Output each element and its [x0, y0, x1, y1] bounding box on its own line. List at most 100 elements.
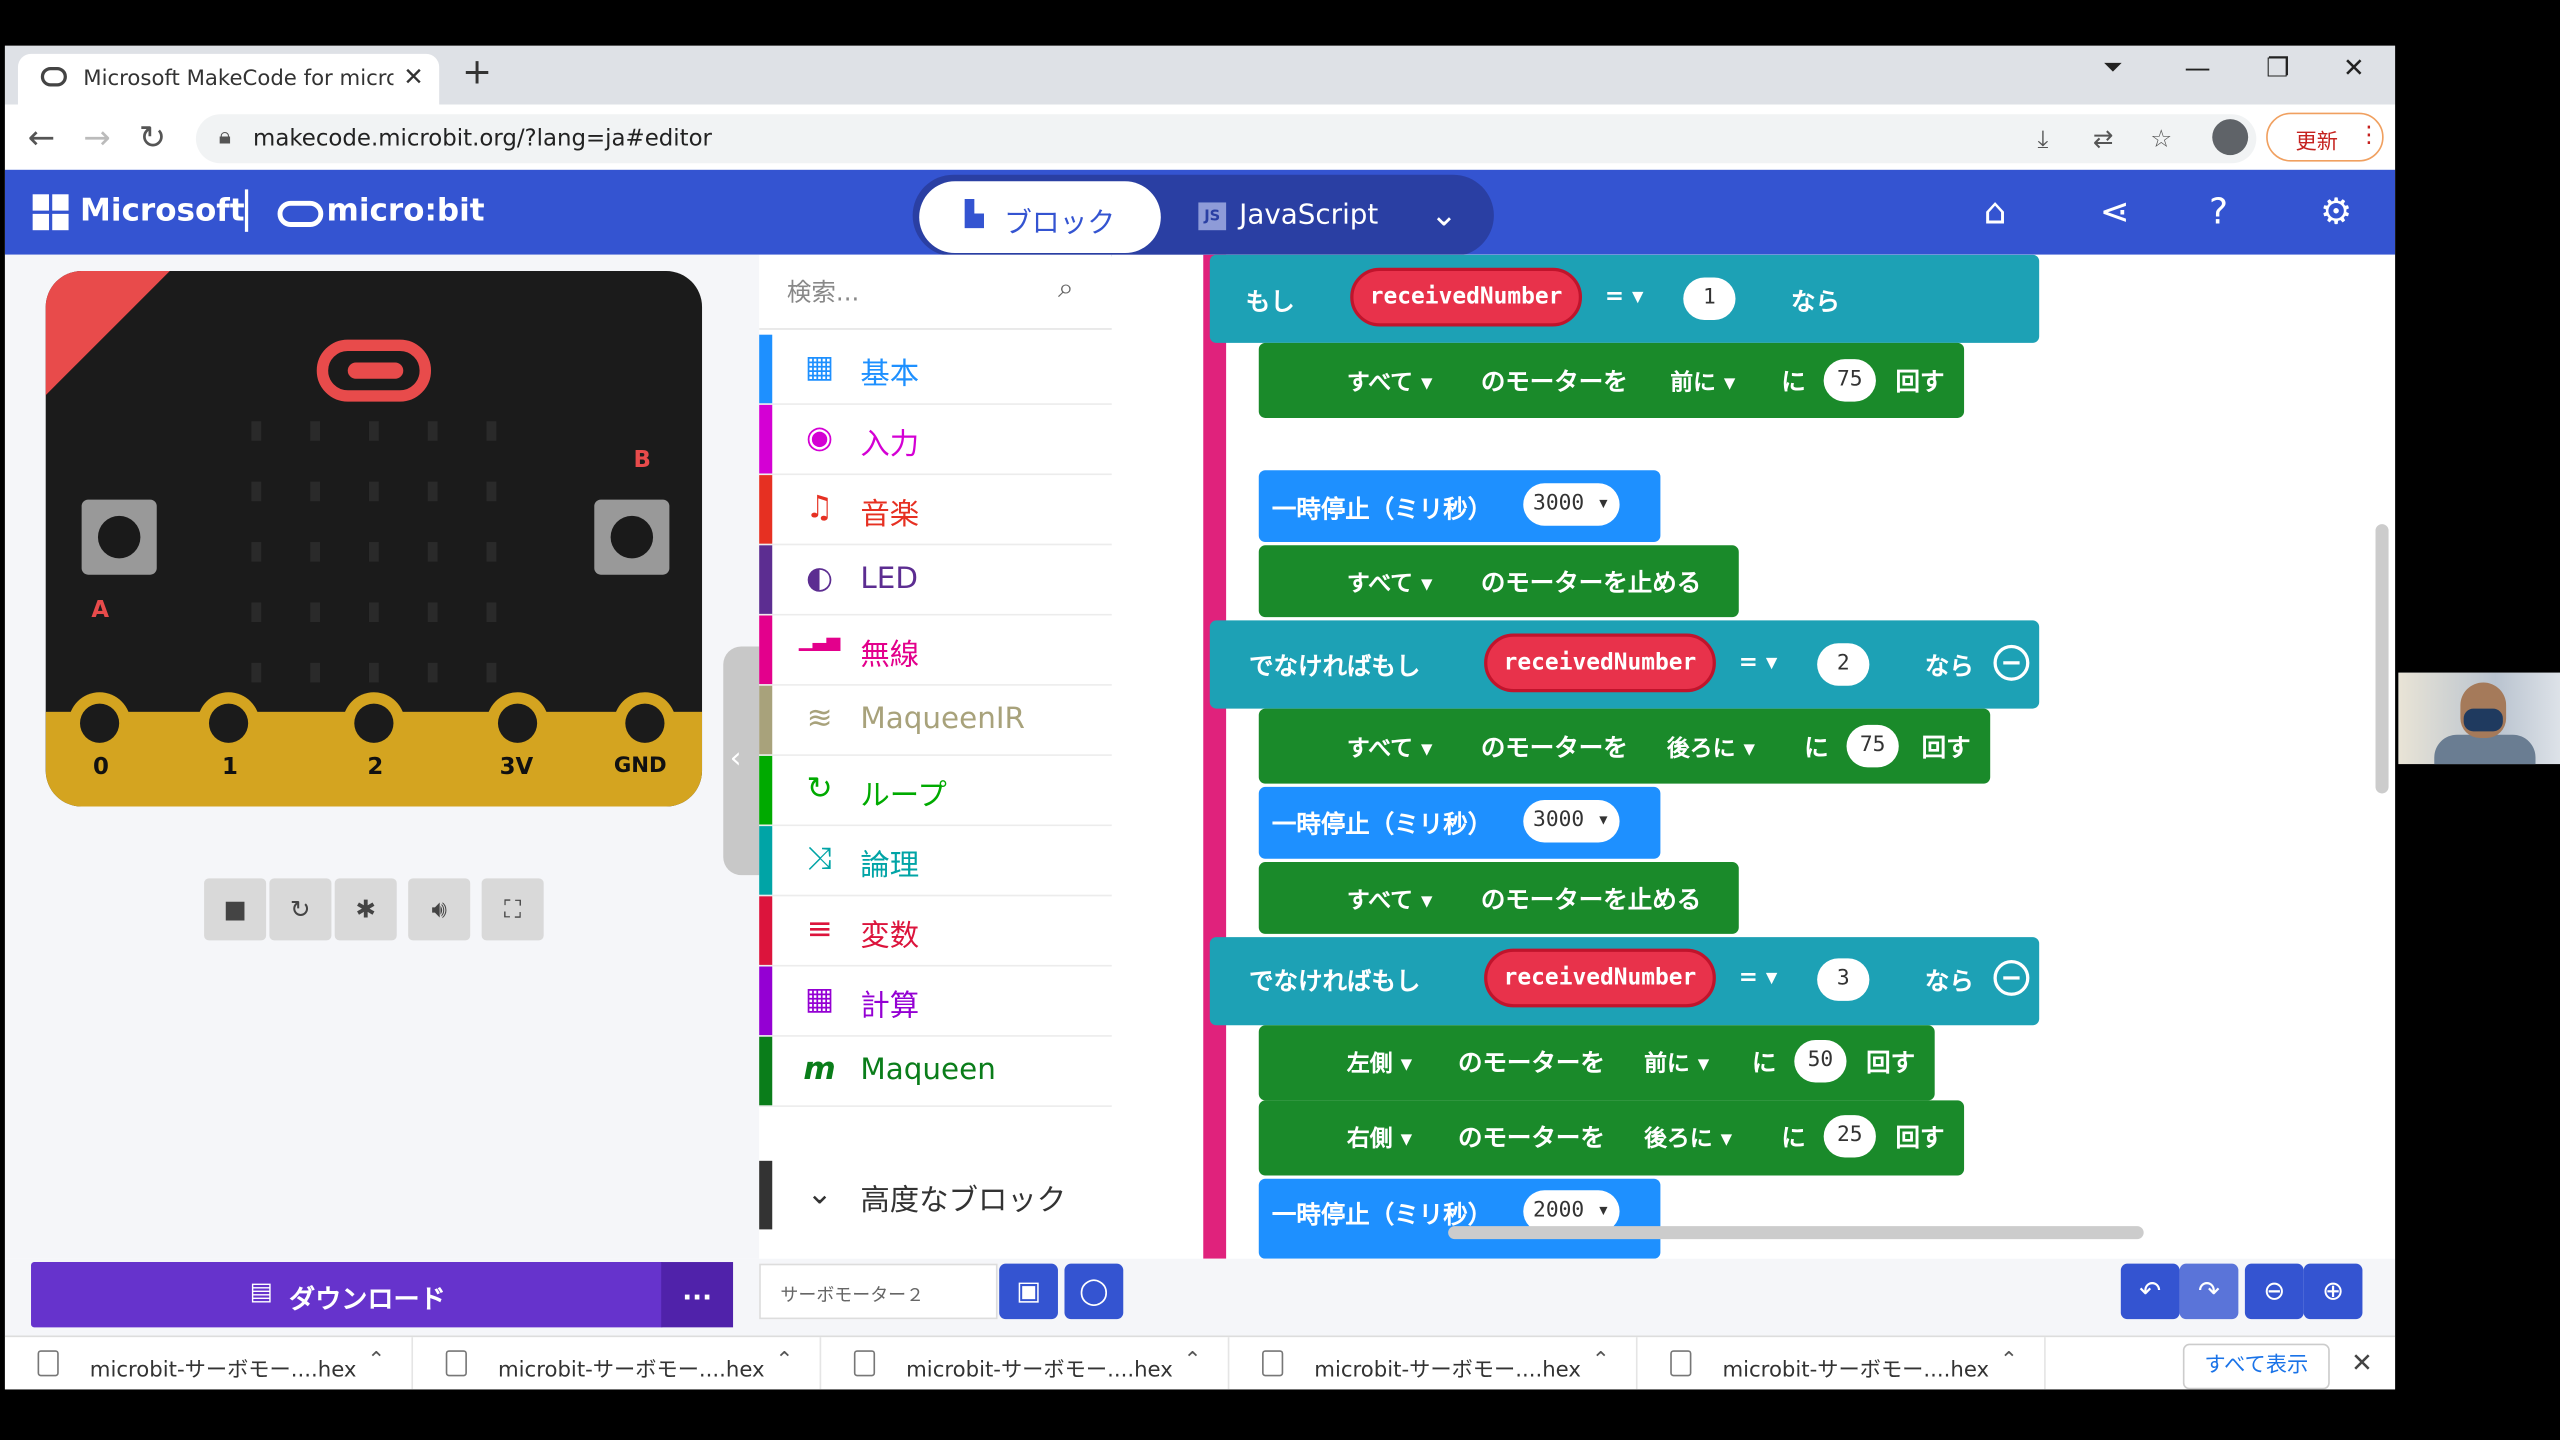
- direction-dropdown[interactable]: 後ろに ▾: [1644, 1122, 1732, 1155]
- show-all-button[interactable]: すべて表示: [2182, 1343, 2330, 1390]
- chevron-down-icon[interactable]: ⌄: [1430, 194, 1457, 233]
- led-pixel[interactable]: [251, 421, 262, 441]
- profile-avatar[interactable]: [2212, 119, 2249, 156]
- led-pixel[interactable]: [427, 602, 438, 623]
- led-pixel[interactable]: [368, 542, 379, 562]
- button-b[interactable]: [594, 499, 670, 575]
- speed-value[interactable]: 50: [1794, 1039, 1847, 1083]
- download-item[interactable]: microbit-サーボモー....hex ⌃: [413, 1337, 822, 1390]
- update-button[interactable]: 更新 ⋮: [2266, 112, 2384, 162]
- tab-close-icon[interactable]: ✕: [403, 62, 424, 91]
- chevron-up-icon[interactable]: ⌃: [2000, 1349, 2018, 1373]
- project-name-input[interactable]: サーボモーター２: [759, 1263, 998, 1320]
- compare-operator-dropdown[interactable]: = ▾: [1605, 284, 1644, 310]
- led-pixel[interactable]: [251, 481, 262, 502]
- download-item[interactable]: microbit-サーボモー....hex ⌃: [5, 1337, 414, 1390]
- category-item[interactable]: ≡ 変数: [759, 896, 1112, 967]
- compare-operator-dropdown[interactable]: = ▾: [1739, 650, 1778, 676]
- board-logo-icon[interactable]: [316, 339, 432, 402]
- led-pixel[interactable]: [427, 542, 438, 562]
- javascript-tab[interactable]: JS JavaScript: [1198, 199, 1378, 232]
- category-advanced[interactable]: ⌄ 高度なブロック: [759, 1160, 1112, 1231]
- category-item[interactable]: ◉ 入力: [759, 404, 1112, 476]
- variable-received-number[interactable]: receivedNumber: [1484, 633, 1716, 693]
- toolbox-search[interactable]: 検索... ⌕: [759, 255, 1112, 330]
- chevron-up-icon[interactable]: ⌃: [776, 1349, 794, 1373]
- new-tab-button[interactable]: +: [462, 52, 492, 93]
- chevron-up-icon[interactable]: ⌃: [1592, 1349, 1610, 1373]
- motor-side-dropdown[interactable]: 右側 ▾: [1347, 1122, 1412, 1155]
- motor-side-dropdown[interactable]: 左側 ▾: [1347, 1047, 1412, 1080]
- translate-icon[interactable]: ⇄: [2093, 124, 2114, 153]
- remove-branch-icon[interactable]: [1993, 959, 2030, 996]
- home-icon[interactable]: ⌂: [1984, 193, 2007, 234]
- motor-select-dropdown[interactable]: すべて ▾: [1347, 883, 1433, 916]
- led-pixel[interactable]: [368, 481, 379, 502]
- download-more-button[interactable]: ...: [661, 1262, 734, 1328]
- zoom-out-icon[interactable]: ⊖: [2244, 1263, 2304, 1320]
- direction-dropdown[interactable]: 前に ▾: [1670, 366, 1735, 399]
- speed-value[interactable]: 75: [1846, 724, 1899, 768]
- help-icon[interactable]: ?: [2209, 193, 2228, 234]
- category-item[interactable]: ↻ ループ: [759, 755, 1112, 827]
- compare-value[interactable]: 1: [1683, 277, 1736, 320]
- compare-value[interactable]: 3: [1817, 958, 1870, 1001]
- speed-value[interactable]: 75: [1823, 359, 1876, 402]
- motor-select-dropdown[interactable]: すべて ▾: [1347, 731, 1433, 764]
- blocks-tab[interactable]: ▙ ブロック: [919, 181, 1161, 254]
- restart-icon[interactable]: ↻: [269, 878, 332, 941]
- speed-value[interactable]: 25: [1823, 1115, 1876, 1158]
- category-item[interactable]: ▦ 基本: [759, 334, 1112, 405]
- chevron-up-icon[interactable]: ⌃: [1184, 1349, 1202, 1373]
- forward-icon[interactable]: →: [83, 118, 110, 157]
- window-close-icon[interactable]: ✕: [2343, 52, 2365, 83]
- stop-icon[interactable]: ■: [204, 878, 267, 941]
- redo-icon[interactable]: ↷: [2179, 1263, 2239, 1320]
- fullscreen-icon[interactable]: ⛶: [481, 878, 544, 941]
- volume-icon[interactable]: 🔊︎: [408, 878, 471, 941]
- led-pixel[interactable]: [310, 662, 320, 683]
- led-pixel[interactable]: [251, 662, 262, 683]
- led-pixel[interactable]: [427, 421, 438, 441]
- download-item[interactable]: microbit-サーボモー....hex ⌃: [821, 1337, 1230, 1390]
- led-pixel[interactable]: [427, 481, 438, 502]
- led-pixel[interactable]: [486, 662, 497, 683]
- install-icon[interactable]: ⤓: [2038, 124, 2049, 153]
- led-pixel[interactable]: [486, 421, 497, 441]
- download-item[interactable]: microbit-サーボモー....hex ⌃: [1638, 1337, 2046, 1390]
- direction-dropdown[interactable]: 後ろに ▾: [1667, 731, 1755, 764]
- compare-value[interactable]: 2: [1817, 643, 1870, 686]
- led-pixel[interactable]: [310, 421, 320, 441]
- category-item[interactable]: ▦ 計算: [759, 966, 1112, 1037]
- led-pixel[interactable]: [310, 481, 320, 502]
- address-bar[interactable]: 🔒︎ makecode.microbit.org/?lang=ja#editor…: [195, 114, 2257, 164]
- led-pixel[interactable]: [486, 481, 497, 502]
- download-item[interactable]: microbit-サーボモー....hex ⌃: [1229, 1337, 1638, 1390]
- pause-value-dropdown[interactable]: 3000 ▾: [1523, 799, 1620, 843]
- vertical-scrollbar[interactable]: [2375, 524, 2389, 794]
- pause-value-dropdown[interactable]: 3000 ▾: [1523, 483, 1620, 526]
- motor-select-dropdown[interactable]: すべて ▾: [1347, 366, 1433, 399]
- compare-operator-dropdown[interactable]: = ▾: [1739, 965, 1778, 991]
- share-icon[interactable]: ⋖: [2100, 193, 2130, 234]
- led-pixel[interactable]: [310, 602, 320, 623]
- led-pixel[interactable]: [486, 542, 497, 562]
- github-icon[interactable]: ◯: [1064, 1263, 1124, 1320]
- remove-branch-icon[interactable]: [1993, 644, 2030, 681]
- category-item[interactable]: m Maqueen: [759, 1036, 1112, 1107]
- button-a[interactable]: [81, 499, 157, 575]
- category-item[interactable]: ≋ MaqueenIR: [759, 685, 1112, 756]
- motor-select-dropdown[interactable]: すべて ▾: [1347, 567, 1433, 600]
- search-input[interactable]: 検索...: [787, 274, 859, 308]
- led-pixel[interactable]: [368, 602, 379, 623]
- led-pixel[interactable]: [368, 421, 379, 441]
- led-pixel[interactable]: [251, 602, 262, 623]
- direction-dropdown[interactable]: 前に ▾: [1644, 1047, 1709, 1080]
- minimize-icon[interactable]: —: [2184, 52, 2210, 83]
- gear-icon[interactable]: ⚙: [2320, 193, 2352, 234]
- led-pixel[interactable]: [310, 542, 320, 562]
- chevron-up-icon[interactable]: ⌃: [367, 1349, 385, 1373]
- led-pixel[interactable]: [486, 602, 497, 623]
- category-item[interactable]: ▁▃▅ 無線: [759, 615, 1112, 686]
- microbit-board[interactable]: A B 0 1 2 3V GND: [45, 271, 703, 807]
